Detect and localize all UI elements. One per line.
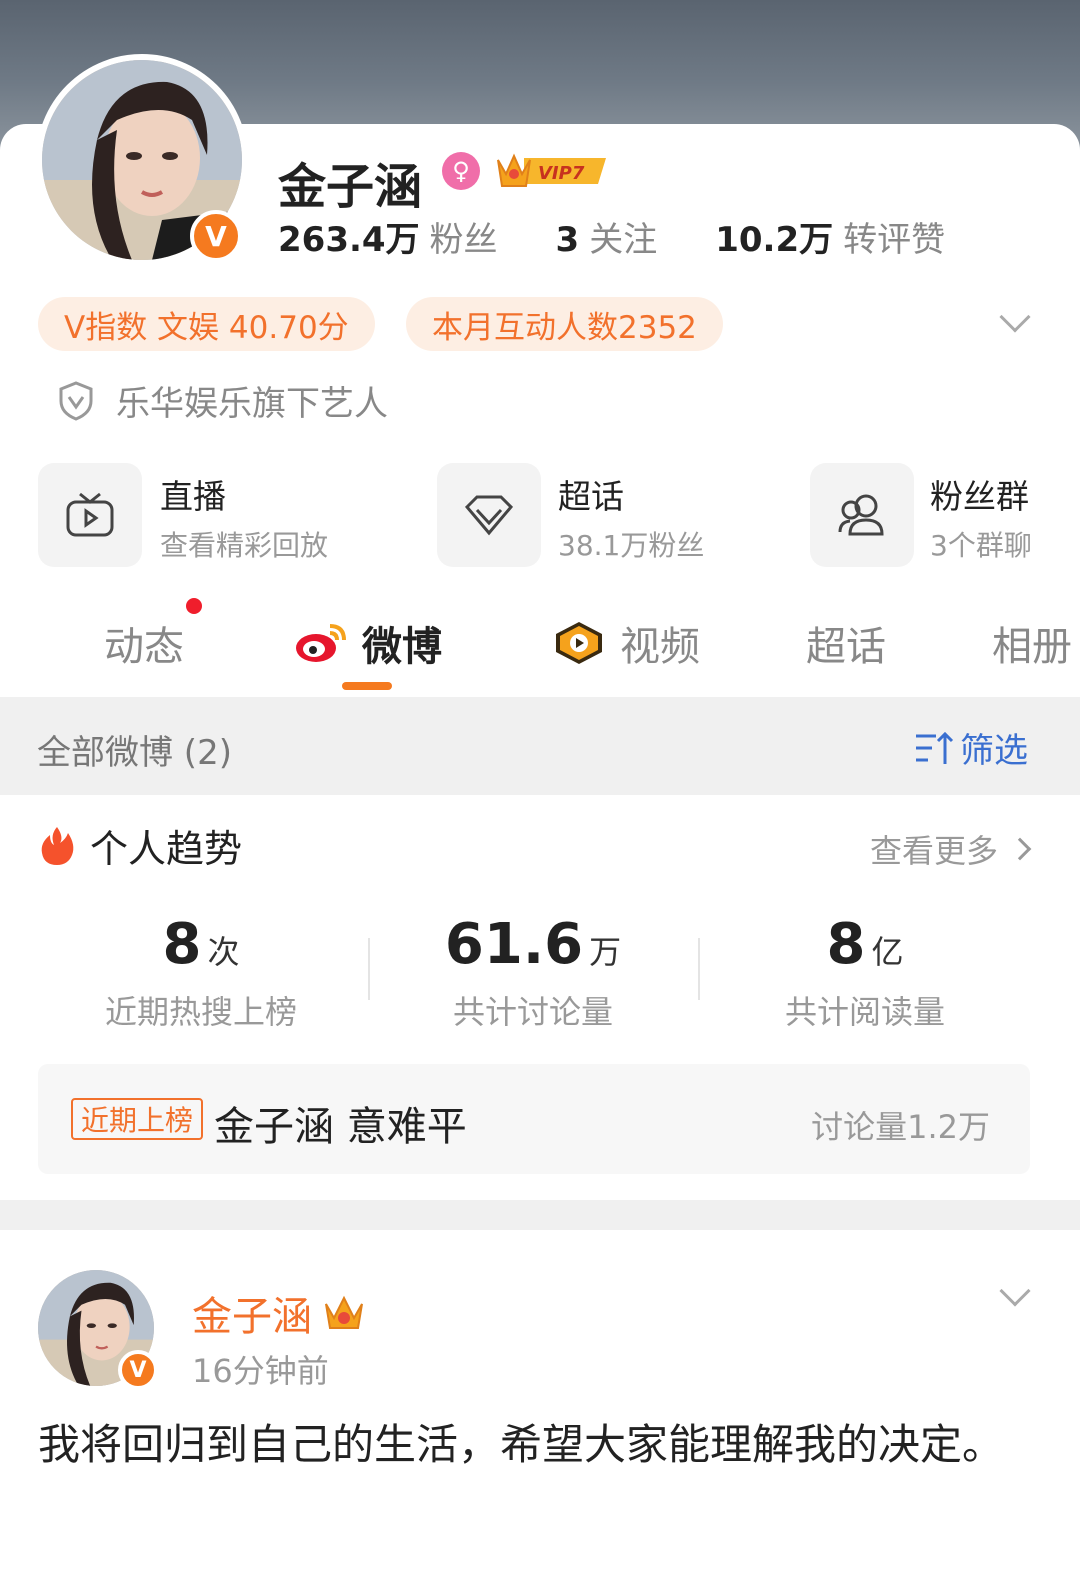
post-author[interactable]: 金子涵 xyxy=(192,1284,366,1342)
hot-search-title: 金子涵 意难平 xyxy=(214,1104,467,1150)
supertopic-title[interactable]: 超话 xyxy=(558,470,624,518)
profile-stats: 263.4万 粉丝 3 关注 10.2万 转评赞 xyxy=(278,212,945,261)
tab-video[interactable]: 视频 xyxy=(552,614,700,672)
profile-tabs: 动态 微博 视频 超话 相册 xyxy=(0,598,1080,694)
female-icon: ♀ xyxy=(442,152,480,190)
tab-label: 动态 xyxy=(104,624,184,670)
v-index-pill[interactable]: V指数 文娱 40.70分 xyxy=(38,297,375,351)
tab-label: 超话 xyxy=(806,624,886,670)
metric-label: 共计讨论量 xyxy=(452,993,613,1031)
filter-button[interactable]: 筛选 xyxy=(914,723,1028,772)
filter-bar: 全部微博 (2) 筛选 xyxy=(0,697,1080,795)
hot-search-item[interactable]: 近期上榜 金子涵 意难平 讨论量1.2万 xyxy=(38,1064,1030,1174)
tab-supertopic[interactable]: 超话 xyxy=(806,614,886,672)
filter-sort-icon xyxy=(916,731,954,764)
stat-label: 粉丝 xyxy=(429,220,498,260)
stat-following[interactable]: 3 关注 xyxy=(556,212,658,261)
vip-crown-icon: VIP7 xyxy=(497,153,606,187)
metric-hot-search[interactable]: 8次 近期热搜上榜 xyxy=(36,912,366,1033)
profile-name: 金子涵 xyxy=(278,159,423,215)
stat-interactions[interactable]: 10.2万 转评赞 xyxy=(715,212,945,261)
verified-badge-icon: V xyxy=(190,210,242,262)
all-posts-count: 全部微博 (2) xyxy=(37,733,232,773)
live-tile[interactable] xyxy=(38,463,142,567)
trend-title: 个人趋势 xyxy=(90,827,243,871)
stat-value: 10.2万 xyxy=(715,220,834,260)
diamond-icon xyxy=(464,495,514,536)
chevron-right-icon xyxy=(1008,837,1032,861)
recent-rank-tag: 近期上榜 xyxy=(71,1098,204,1140)
verified-badge-icon: V xyxy=(118,1350,158,1390)
fan-group-subtitle: 3个群聊 xyxy=(930,529,1032,562)
supertopic-subtitle: 38.1万粉丝 xyxy=(558,529,705,562)
metric-unit: 万 xyxy=(589,933,622,971)
metric-value: 8 xyxy=(826,912,866,977)
filter-label: 筛选 xyxy=(960,731,1028,771)
vip-badge[interactable]: VIP7 xyxy=(494,150,612,192)
tab-label: 微博 xyxy=(362,624,442,670)
post-time: 16分钟前 xyxy=(192,1352,329,1390)
vip-crown-icon xyxy=(325,1295,363,1329)
metric-discussion[interactable]: 61.6 万 共计讨论量 xyxy=(368,912,698,1033)
stat-value: 3 xyxy=(555,220,580,260)
fire-icon xyxy=(41,826,74,865)
metric-label: 近期热搜上榜 xyxy=(104,993,297,1031)
stat-fans[interactable]: 263.4万 粉丝 xyxy=(278,212,498,261)
metric-label: 共计阅读量 xyxy=(784,993,945,1031)
tab-album[interactable]: 相册 xyxy=(992,614,1072,672)
post-text: 我将回归到自己的生活，希望大家能理解我的决定。 xyxy=(38,1420,1005,1469)
view-more-link[interactable]: 查看更多 xyxy=(869,826,1032,872)
monthly-interaction-pill[interactable]: 本月互动人数2352 xyxy=(406,297,723,351)
live-tv-icon xyxy=(66,492,114,537)
weibo-logo-icon xyxy=(296,624,346,662)
stat-value: 263.4万 xyxy=(278,220,420,260)
metric-unit: 次 xyxy=(207,933,240,971)
stat-label: 关注 xyxy=(589,220,658,260)
tab-weibo[interactable]: 微博 xyxy=(294,614,442,672)
post-menu-chevron-icon[interactable] xyxy=(999,1275,1031,1307)
stat-label: 转评赞 xyxy=(843,220,946,260)
metric-value: 61.6 xyxy=(444,912,584,977)
verification-info: 乐华娱乐旗下艺人 xyxy=(58,376,388,425)
view-more-label: 查看更多 xyxy=(869,832,998,870)
group-icon xyxy=(838,494,884,536)
metric-value: 8 xyxy=(162,912,202,977)
vip-label: VIP7 xyxy=(538,163,585,184)
live-title[interactable]: 直播 xyxy=(160,470,226,518)
supertopic-tile[interactable] xyxy=(437,463,541,567)
metric-reads[interactable]: 8亿 共计阅读量 xyxy=(700,912,1030,1033)
fan-group-tile[interactable] xyxy=(810,463,914,567)
section-divider xyxy=(0,1200,1080,1230)
tab-label: 相册 xyxy=(992,624,1072,670)
notification-dot xyxy=(186,598,202,614)
fan-group-title[interactable]: 粉丝群 xyxy=(930,470,1029,518)
live-subtitle: 查看精彩回放 xyxy=(160,529,329,562)
discussion-count: 讨论量1.2万 xyxy=(811,1108,990,1146)
post-author-name: 金子涵 xyxy=(192,1294,312,1340)
metric-unit: 亿 xyxy=(871,933,904,971)
trend-header: 个人趋势 xyxy=(38,818,242,873)
tab-feed[interactable]: 动态 xyxy=(104,614,184,672)
active-tab-indicator xyxy=(342,682,392,690)
verification-text: 乐华娱乐旗下艺人 xyxy=(116,384,388,424)
tab-label: 视频 xyxy=(620,624,700,670)
shield-icon xyxy=(59,380,93,421)
video-play-icon xyxy=(556,622,602,664)
